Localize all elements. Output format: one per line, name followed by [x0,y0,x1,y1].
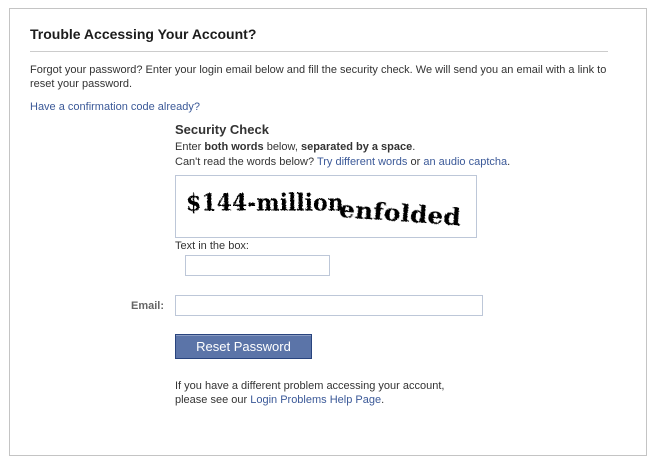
instr-below: below, [263,141,301,153]
help-suffix: . [381,394,385,406]
captcha-word-2: enfolded [338,195,462,232]
help-text: If you have a different problem accessin… [175,379,444,407]
help-prefix: please see our [175,394,251,406]
help-text-line1: If you have a different problem accessin… [175,380,445,392]
instr-end: . [412,141,416,153]
captcha-image: $144-million enfolded [175,175,477,238]
title-divider [30,51,608,52]
or-text: or [407,156,424,168]
captcha-text-input[interactable] [185,255,330,276]
cant-read-line: Can't read the words below? Try differen… [175,156,510,168]
email-input[interactable] [175,295,483,316]
captcha-image-graphic: $144-million enfolded [186,190,462,232]
cant-read-end: . [507,156,511,168]
security-check-instructions: Enter both words below, separated by a s… [175,141,415,153]
login-problems-help-link[interactable]: Login Problems Help Page [250,394,381,406]
audio-captcha-link[interactable]: an audio captcha [423,156,507,168]
intro-text: Forgot your password? Enter your login e… [30,64,607,90]
try-different-words-link[interactable]: Try different words [317,156,407,168]
email-label: Email: [130,300,164,312]
instr-separated: separated by a space [300,141,413,153]
instr-enter: Enter [175,141,205,153]
reset-password-button[interactable]: Reset Password [175,334,312,359]
security-check-heading: Security Check [175,122,269,137]
captcha-word-1: $144-million [186,190,344,217]
text-in-box-label: Text in the box: [175,240,249,252]
page-title: Trouble Accessing Your Account? [30,26,257,42]
cant-read-text: Can't read the words below? [175,156,317,168]
help-text-line2: please see our Login Problems Help Page. [175,393,444,407]
instr-both-words: both words [204,141,264,153]
confirmation-code-link[interactable]: Have a confirmation code already? [30,101,200,113]
